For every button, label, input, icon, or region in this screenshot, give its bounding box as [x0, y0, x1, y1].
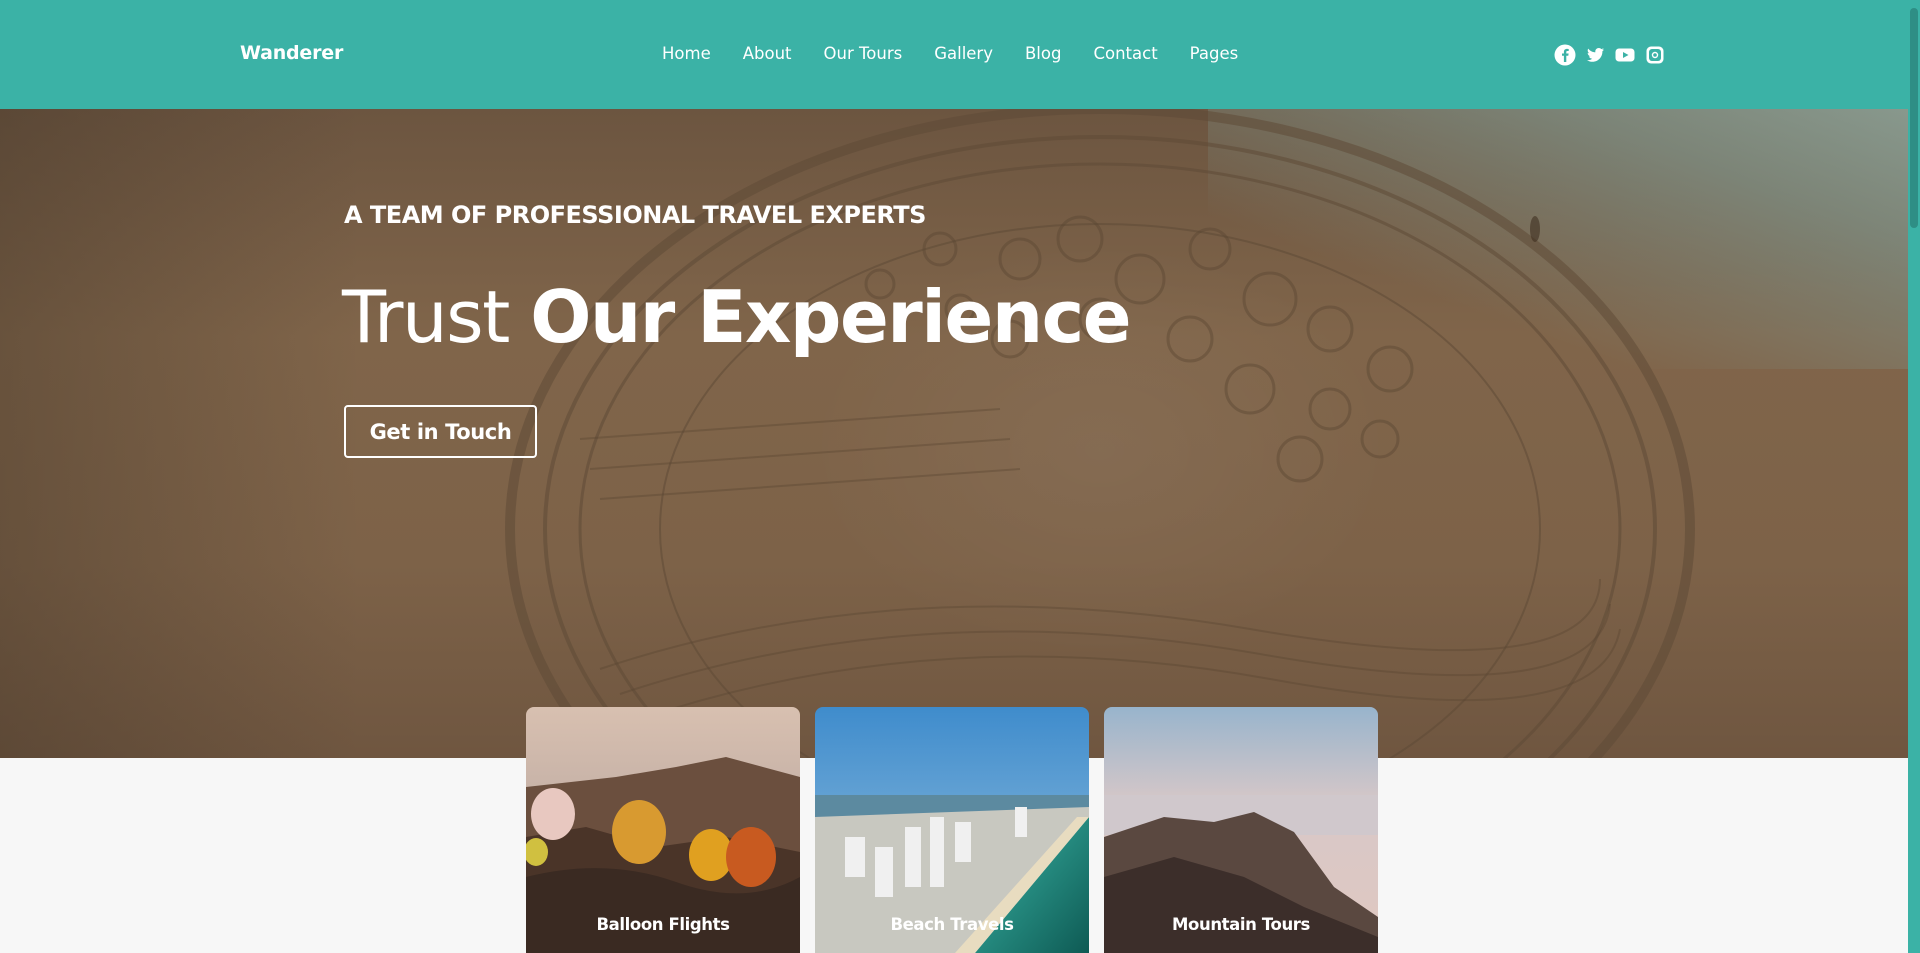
- nav-pages[interactable]: Pages: [1190, 44, 1239, 63]
- hero-title-light: Trust: [342, 275, 531, 359]
- card-beach-travels[interactable]: Beach Travels: [815, 707, 1089, 953]
- card-label: Mountain Tours: [1172, 915, 1310, 934]
- sand-art-image: [505, 109, 1695, 758]
- instagram-icon[interactable]: [1644, 44, 1666, 66]
- nav-home[interactable]: Home: [662, 44, 711, 63]
- social-links: [1554, 44, 1666, 66]
- hero-kicker: A TEAM OF PROFESSIONAL TRAVEL EXPERTS: [344, 201, 926, 229]
- scrollbar-thumb[interactable]: [1910, 8, 1918, 228]
- site-header: Wanderer Home About Our Tours Gallery Bl…: [0, 0, 1908, 109]
- twitter-icon[interactable]: [1584, 44, 1606, 66]
- brand-logo[interactable]: Wanderer: [240, 42, 343, 64]
- nav-blog[interactable]: Blog: [1025, 44, 1061, 63]
- card-mountain-tours[interactable]: Mountain Tours: [1104, 707, 1378, 953]
- nav-contact[interactable]: Contact: [1093, 44, 1157, 63]
- card-label: Balloon Flights: [596, 915, 730, 934]
- hero-section: A TEAM OF PROFESSIONAL TRAVEL EXPERTS Tr…: [0, 109, 1908, 758]
- tour-cards: Balloon Flights Beach Travels Mountain T…: [526, 707, 1378, 953]
- main-nav: Home About Our Tours Gallery Blog Contac…: [662, 44, 1270, 63]
- nav-about[interactable]: About: [743, 44, 792, 63]
- nav-our-tours[interactable]: Our Tours: [824, 44, 903, 63]
- card-label: Beach Travels: [890, 915, 1014, 934]
- card-balloon-flights[interactable]: Balloon Flights: [526, 707, 800, 953]
- facebook-icon[interactable]: [1554, 44, 1576, 66]
- get-in-touch-button[interactable]: Get in Touch: [344, 405, 537, 458]
- hero-title: Trust Our Experience: [342, 281, 1132, 353]
- nav-gallery[interactable]: Gallery: [934, 44, 993, 63]
- youtube-icon[interactable]: [1614, 44, 1636, 66]
- hero-title-bold: Our Experience: [530, 275, 1131, 359]
- page-scrollbar[interactable]: [1908, 0, 1920, 953]
